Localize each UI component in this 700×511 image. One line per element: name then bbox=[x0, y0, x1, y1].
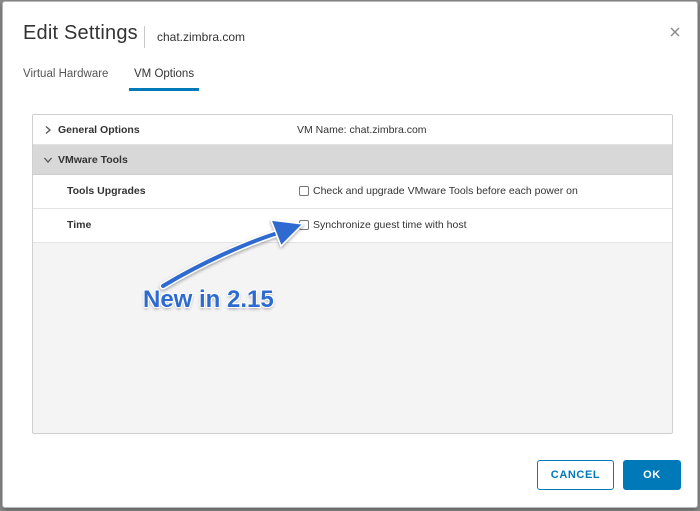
annotation-label: New in 2.15 bbox=[143, 286, 274, 313]
cancel-button[interactable]: CANCEL bbox=[537, 460, 614, 490]
close-icon[interactable] bbox=[667, 24, 683, 40]
tab-bar: Virtual Hardware VM Options bbox=[23, 68, 683, 92]
tools-upgrade-checkbox-label[interactable]: Check and upgrade VMware Tools before ea… bbox=[313, 185, 578, 197]
title-divider bbox=[144, 26, 145, 48]
section-vmware-tools[interactable]: VMware Tools bbox=[33, 145, 672, 175]
time-label: Time bbox=[67, 219, 92, 231]
vmware-tools-label: VMware Tools bbox=[58, 154, 128, 166]
tab-vm-options[interactable]: VM Options bbox=[134, 68, 194, 90]
chevron-down-icon[interactable] bbox=[43, 155, 53, 165]
row-tools-upgrades: Tools Upgrades Check and upgrade VMware … bbox=[33, 175, 672, 209]
edit-settings-dialog: Edit Settings chat.zimbra.com Virtual Ha… bbox=[2, 1, 698, 508]
vm-options-panel: General Options VM Name: chat.zimbra.com… bbox=[32, 114, 673, 434]
ok-button[interactable]: OK bbox=[623, 460, 681, 490]
vm-name-value: VM Name: chat.zimbra.com bbox=[297, 124, 427, 136]
dialog-subtitle: chat.zimbra.com bbox=[157, 30, 246, 44]
tools-upgrade-checkbox[interactable] bbox=[299, 186, 309, 196]
row-time: Time Synchronize guest time with host bbox=[33, 209, 672, 243]
dialog-title: Edit Settings bbox=[23, 22, 138, 44]
tab-virtual-hardware[interactable]: Virtual Hardware bbox=[23, 68, 108, 90]
general-options-label: General Options bbox=[58, 124, 140, 136]
section-general-options[interactable]: General Options VM Name: chat.zimbra.com bbox=[33, 115, 672, 145]
chevron-right-icon[interactable] bbox=[43, 125, 53, 135]
sync-time-checkbox-label[interactable]: Synchronize guest time with host bbox=[313, 219, 467, 231]
tools-upgrades-label: Tools Upgrades bbox=[67, 185, 146, 197]
active-tab-indicator bbox=[129, 88, 199, 91]
